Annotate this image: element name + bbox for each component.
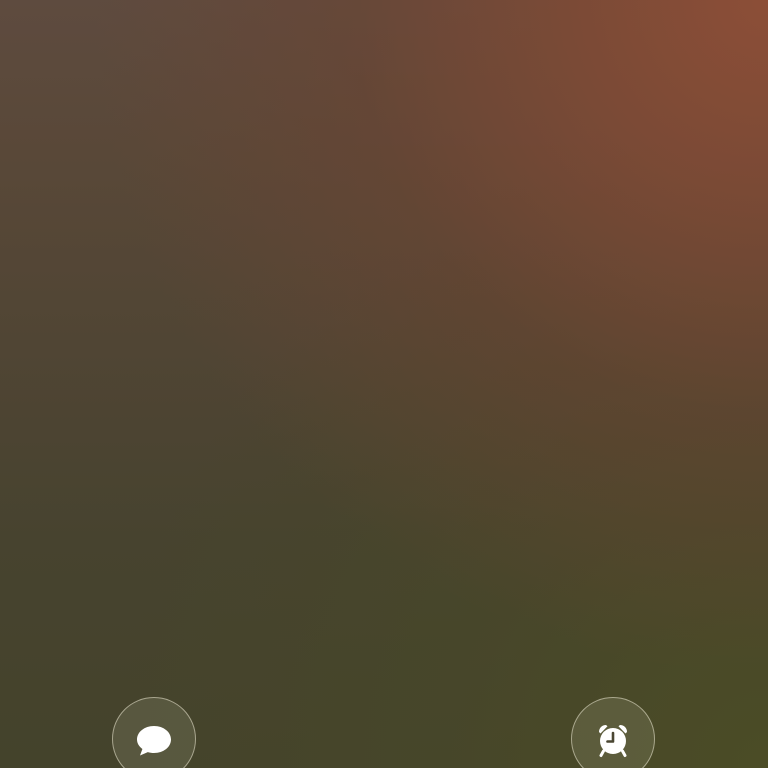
- messages-shortcut-button[interactable]: [112, 697, 196, 768]
- lock-screen: [0, 0, 768, 768]
- message-bubble-icon: [137, 726, 171, 756]
- alarm-shortcut-button[interactable]: [571, 697, 655, 768]
- alarm-clock-icon: [599, 725, 627, 757]
